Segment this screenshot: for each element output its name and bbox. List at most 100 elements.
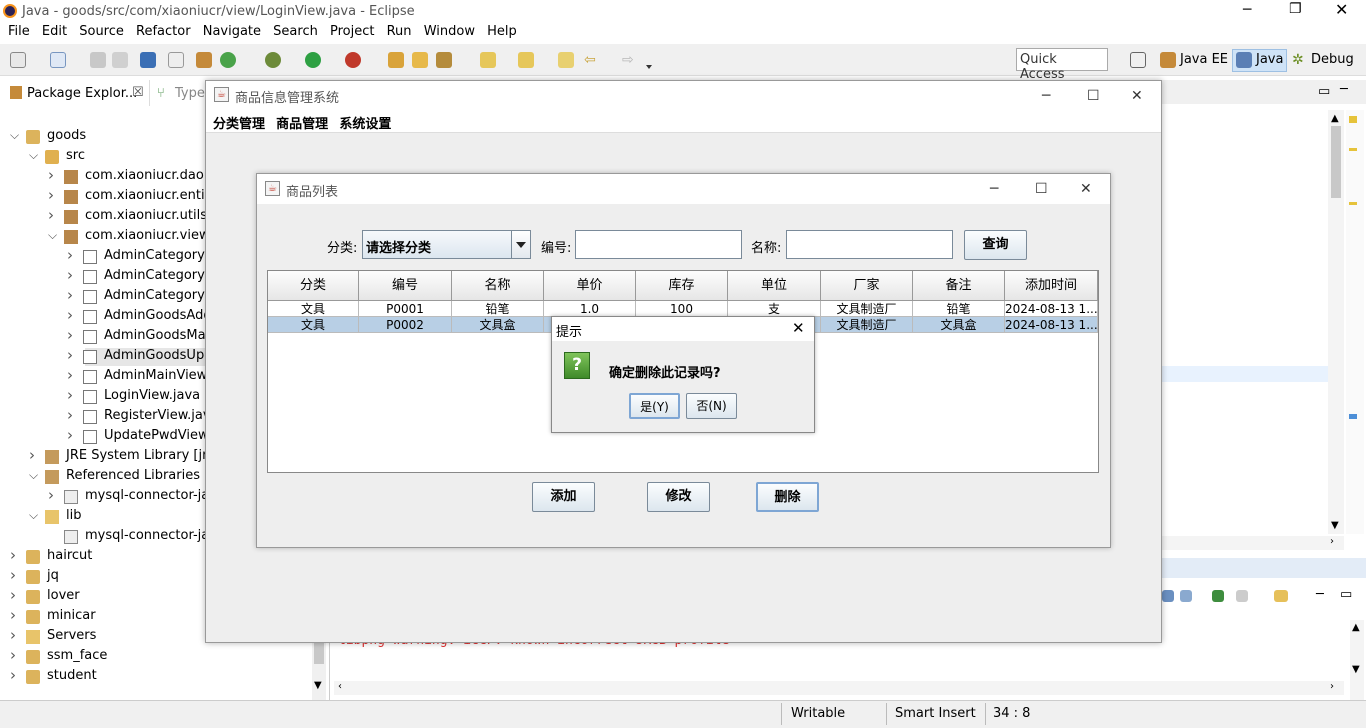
external-tools-icon[interactable] xyxy=(345,52,361,68)
perspective-java-ee[interactable]: Java EE xyxy=(1180,52,1228,67)
close-icon[interactable]: ✕ xyxy=(1335,0,1348,19)
tab-close-icon[interactable]: ☒ xyxy=(132,85,144,100)
app-minimize-icon[interactable]: ─ xyxy=(1042,88,1050,104)
column-header[interactable]: 备注 xyxy=(913,271,1005,301)
yes-button[interactable]: 是(Y) xyxy=(629,393,680,419)
column-header[interactable]: 库存 xyxy=(636,271,728,301)
collapsed-chevron-icon[interactable]: › xyxy=(67,286,73,304)
category-dropdown-button[interactable] xyxy=(511,231,530,258)
minimize-icon[interactable]: ─ xyxy=(1243,2,1251,18)
open-perspective-icon[interactable] xyxy=(1130,52,1146,68)
menu-project[interactable]: Project xyxy=(330,22,374,41)
delete-button[interactable]: 删除 xyxy=(756,482,819,512)
save-icon[interactable] xyxy=(90,52,106,68)
collapsed-chevron-icon[interactable]: › xyxy=(48,206,54,224)
forward-arrow-icon[interactable]: ⇨ xyxy=(622,52,634,68)
expanded-chevron-icon[interactable]: ⌵ xyxy=(48,228,57,243)
new-icon[interactable] xyxy=(10,52,26,68)
collapsed-chevron-icon[interactable]: › xyxy=(48,186,54,204)
collapsed-chevron-icon[interactable]: › xyxy=(67,426,73,444)
collapsed-chevron-icon[interactable]: › xyxy=(10,566,16,584)
console-view-icon[interactable] xyxy=(1162,590,1174,602)
editor-scroll-thumb[interactable] xyxy=(1331,126,1341,198)
collapsed-chevron-icon[interactable]: › xyxy=(48,486,54,504)
prev-annotation-icon[interactable] xyxy=(518,52,534,68)
next-annotation-icon[interactable] xyxy=(480,52,496,68)
column-header[interactable]: 分类 xyxy=(268,271,359,301)
add-button[interactable]: 添加 xyxy=(532,482,595,512)
pin-console-icon[interactable] xyxy=(1212,590,1224,602)
expanded-chevron-icon[interactable]: ⌵ xyxy=(29,508,38,523)
menu-window[interactable]: Window xyxy=(424,22,475,41)
open-type-icon[interactable] xyxy=(388,52,404,68)
run-icon[interactable] xyxy=(305,52,321,68)
frame-minimize-icon[interactable]: ─ xyxy=(990,181,998,197)
column-header[interactable]: 单位 xyxy=(728,271,821,301)
console-icon[interactable] xyxy=(140,52,156,68)
type-hierarchy-tab[interactable]: Type xyxy=(175,86,205,101)
skip-breakpoints-icon[interactable] xyxy=(168,52,184,68)
frame-maximize-icon[interactable]: ☐ xyxy=(1035,181,1048,197)
tree-item[interactable]: › student xyxy=(0,666,312,686)
package-explorer-tab[interactable]: Package Explor... ☒ xyxy=(0,80,150,106)
warning-marker[interactable] xyxy=(1349,202,1357,205)
frame-close-icon[interactable]: ✕ xyxy=(1080,181,1092,197)
scroll-down-icon[interactable]: ▼ xyxy=(314,680,322,691)
collapsed-chevron-icon[interactable]: › xyxy=(10,666,16,684)
perspective-debug[interactable]: Debug xyxy=(1311,52,1354,67)
scroll-right-icon[interactable]: › xyxy=(1330,536,1334,547)
collapsed-chevron-icon[interactable]: › xyxy=(67,306,73,324)
remove-launch-icon[interactable] xyxy=(1180,590,1192,602)
scroll-down-icon[interactable]: ▼ xyxy=(1352,664,1360,675)
scroll-right-icon[interactable]: › xyxy=(1330,681,1334,692)
collapsed-chevron-icon[interactable]: › xyxy=(10,646,16,664)
perspective-java[interactable]: Java xyxy=(1256,52,1283,67)
collapsed-chevron-icon[interactable]: › xyxy=(67,326,73,344)
position-marker[interactable] xyxy=(1349,414,1357,419)
maximize-editor-icon[interactable]: ▭ xyxy=(1318,84,1330,99)
no-button[interactable]: 否(N) xyxy=(686,393,737,419)
menu-source[interactable]: Source xyxy=(79,22,124,41)
collapsed-chevron-icon[interactable]: › xyxy=(48,166,54,184)
menu-refactor[interactable]: Refactor xyxy=(136,22,191,41)
scroll-up-icon[interactable]: ▲ xyxy=(1352,622,1360,633)
dialog-close-icon[interactable]: ✕ xyxy=(792,319,805,337)
console-hscroll[interactable]: ‹ › xyxy=(334,681,1344,695)
query-button[interactable]: 查询 xyxy=(964,230,1027,260)
tree-scrollbar-thumb[interactable] xyxy=(314,640,324,664)
chevron-down-icon[interactable] xyxy=(646,58,652,73)
app-maximize-icon[interactable]: ☐ xyxy=(1087,88,1100,104)
warning-marker[interactable] xyxy=(1349,148,1357,151)
display-console-icon[interactable] xyxy=(1236,590,1248,602)
column-header[interactable]: 名称 xyxy=(452,271,544,301)
collapsed-chevron-icon[interactable]: › xyxy=(67,406,73,424)
menu-run[interactable]: Run xyxy=(387,22,412,41)
scroll-up-icon[interactable]: ▲ xyxy=(1331,113,1339,124)
scroll-left-icon[interactable]: ‹ xyxy=(338,681,342,692)
collapsed-chevron-icon[interactable]: › xyxy=(10,626,16,644)
collapsed-chevron-icon[interactable]: › xyxy=(67,346,73,364)
new-project-icon[interactable] xyxy=(50,52,66,68)
menu-goods-management[interactable]: 商品管理 xyxy=(276,113,328,132)
table-row[interactable]: 文具 P0001 铅笔 1.0 100 支文具制造厂 铅笔 2024-08-13 1... xyxy=(268,301,1098,317)
editor-hscroll[interactable]: › xyxy=(1160,536,1344,550)
name-input[interactable] xyxy=(786,230,953,259)
back-arrow-icon[interactable]: ⇦ xyxy=(584,52,596,68)
collapsed-chevron-icon[interactable]: › xyxy=(67,386,73,404)
save-all-icon[interactable] xyxy=(112,52,128,68)
expanded-chevron-icon[interactable]: ⌵ xyxy=(29,148,38,163)
menu-category-management[interactable]: 分类管理 xyxy=(213,113,265,132)
collapsed-chevron-icon[interactable]: › xyxy=(10,586,16,604)
collapsed-chevron-icon[interactable]: › xyxy=(67,366,73,384)
maximize-console-icon[interactable]: ▭ xyxy=(1340,587,1352,602)
search-tool-icon[interactable] xyxy=(436,52,452,68)
collapsed-chevron-icon[interactable]: › xyxy=(67,266,73,284)
collapsed-chevron-icon[interactable]: › xyxy=(10,546,16,564)
edit-button[interactable]: 修改 xyxy=(647,482,710,512)
category-select[interactable]: 请选择分类 xyxy=(362,230,531,259)
editor-vscroll[interactable]: ▲ ▼ xyxy=(1328,110,1344,534)
build-icon[interactable] xyxy=(196,52,212,68)
collapsed-chevron-icon[interactable]: › xyxy=(67,246,73,264)
debug-icon[interactable] xyxy=(265,52,281,68)
menu-system-settings[interactable]: 系统设置 xyxy=(339,113,391,132)
